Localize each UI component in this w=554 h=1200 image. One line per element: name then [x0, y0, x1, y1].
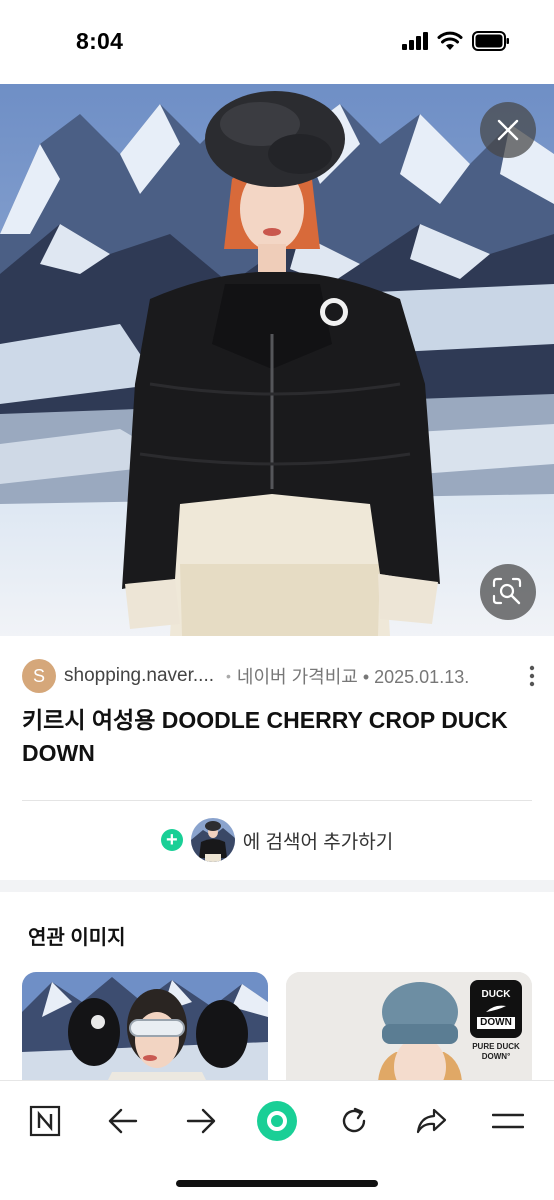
- naver-home-button[interactable]: [21, 1097, 69, 1145]
- home-indicator[interactable]: [176, 1180, 378, 1187]
- source-domain[interactable]: shopping.naver....: [64, 665, 214, 687]
- duck-down-badge: DUCK DOWN: [470, 980, 522, 1038]
- source-avatar: S: [22, 659, 56, 693]
- divider: [22, 800, 532, 801]
- source-meta: 네이버 가격비교 • 2025.01.13.: [236, 667, 470, 687]
- image-search-button[interactable]: [480, 564, 536, 620]
- badge-caption: PURE DUCK DOWN°: [460, 1042, 532, 1062]
- result-image[interactable]: [0, 84, 554, 636]
- separator-dot: •: [226, 668, 231, 684]
- result-title[interactable]: 키르시 여성용 DOODLE CHERRY CROP DUCK DOWN: [22, 704, 532, 770]
- feather-icon: [484, 1004, 508, 1014]
- section-separator: [0, 880, 554, 892]
- close-icon: [497, 119, 519, 141]
- share-icon: [416, 1108, 447, 1134]
- arrow-left-icon: [108, 1108, 138, 1134]
- cellular-signal-icon: [402, 32, 428, 50]
- hamburger-menu-icon: [492, 1113, 524, 1129]
- related-images-title: 연관 이미지: [28, 927, 126, 949]
- reload-button[interactable]: [330, 1097, 378, 1145]
- related-image-card[interactable]: DUCK DOWN PURE DUCK DOWN°: [286, 972, 532, 1092]
- related-image-card[interactable]: [22, 972, 268, 1092]
- forward-button[interactable]: [177, 1097, 225, 1145]
- share-button[interactable]: [407, 1097, 455, 1145]
- arrow-right-icon: [186, 1108, 216, 1134]
- lens-search-icon: [492, 577, 522, 605]
- close-button[interactable]: [480, 102, 536, 158]
- more-options-icon[interactable]: [528, 664, 536, 688]
- add-search-label: 에 검색어 추가하기: [242, 831, 394, 853]
- status-time: 8:04: [76, 28, 124, 54]
- product-photo: [0, 84, 554, 636]
- plus-icon: +: [160, 829, 183, 851]
- source-row[interactable]: S shopping.naver.... • 네이버 가격비교 • 2025.0…: [22, 658, 542, 694]
- wifi-icon: [437, 31, 463, 50]
- menu-button[interactable]: [484, 1097, 532, 1145]
- battery-icon: [472, 31, 509, 51]
- reload-icon: [342, 1107, 366, 1133]
- add-to-search-button[interactable]: + 에 검색어 추가하기: [0, 816, 554, 864]
- image-thumbnail: [190, 818, 235, 862]
- badge-line2: DOWN: [477, 1017, 515, 1029]
- badge-line1: DUCK: [481, 989, 511, 1000]
- status-bar: 8:04: [0, 0, 554, 84]
- status-icons: [402, 31, 510, 51]
- badge-caption-line1: PURE DUCK: [472, 1042, 520, 1051]
- back-button[interactable]: [99, 1097, 147, 1145]
- naver-n-icon: [29, 1105, 61, 1137]
- green-dot-icon: [257, 1101, 297, 1141]
- badge-caption-line2: DOWN°: [481, 1052, 511, 1061]
- green-dot-button[interactable]: [252, 1096, 302, 1146]
